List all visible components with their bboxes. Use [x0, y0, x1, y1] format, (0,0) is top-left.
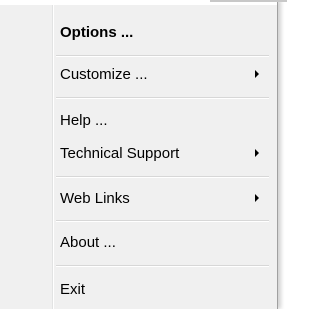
menu-item-label: Options ... [60, 23, 134, 41]
menu-item-web-links[interactable]: Web Links [4, 184, 271, 212]
menu-item-help[interactable]: Help ... [4, 106, 271, 134]
context-menu: Options ... Customize ... Help ... Techn… [0, 0, 287, 309]
submenu-arrow-icon [255, 194, 259, 202]
menu-item-label: About ... [60, 233, 116, 251]
menu-item-about[interactable]: About ... [4, 228, 271, 256]
submenu-arrow-icon [255, 149, 259, 157]
menu-item-customize[interactable]: Customize ... [4, 60, 271, 88]
menu-separator [56, 265, 269, 267]
menu-separator [56, 220, 269, 222]
menu-item-options[interactable]: Options ... [4, 18, 271, 46]
menu-item-exit[interactable]: Exit [4, 275, 271, 303]
window-edge [210, 0, 287, 2]
menu-separator [56, 97, 269, 99]
menu-item-label: Help ... [60, 111, 108, 129]
menu-item-technical-support[interactable]: Technical Support [4, 139, 271, 167]
screen: Options ... Customize ... Help ... Techn… [0, 0, 288, 309]
submenu-arrow-icon [255, 70, 259, 78]
menu-item-label: Technical Support [60, 144, 180, 162]
menu-item-label: Web Links [60, 189, 130, 207]
menu-item-label: Exit [60, 280, 86, 298]
menu-separator [56, 176, 269, 178]
menu-separator [56, 55, 269, 57]
menu-item-label: Customize ... [60, 65, 148, 83]
